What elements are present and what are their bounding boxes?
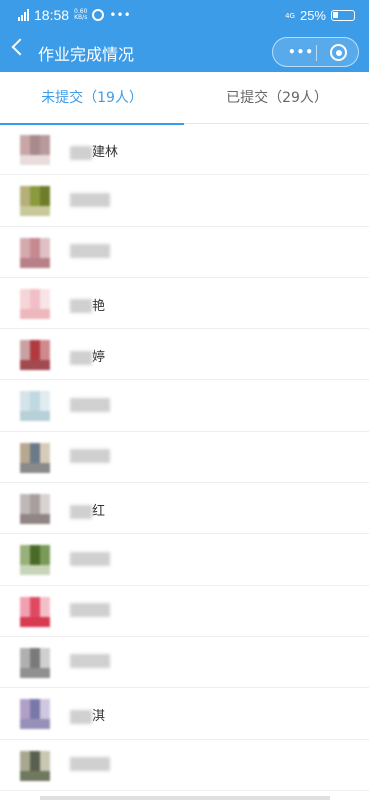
back-icon[interactable] (11, 38, 29, 56)
student-row[interactable] (0, 380, 369, 432)
page-title: 作业完成情况 (38, 45, 135, 64)
status-time: 18:58 (34, 7, 70, 23)
redacted-name (70, 299, 92, 314)
student-row[interactable]: 建林 (0, 124, 369, 176)
avatar (20, 288, 50, 319)
notification-icon (92, 9, 105, 21)
tab-submitted[interactable]: 已提交（29人） (185, 72, 369, 124)
network-type: 4G (285, 11, 295, 20)
redacted-name (70, 757, 110, 772)
redacted-name (70, 709, 92, 724)
student-row[interactable] (0, 586, 369, 637)
redacted-name (70, 551, 110, 566)
student-name: 建林 (70, 141, 118, 160)
student-name (70, 654, 110, 669)
avatar (20, 750, 50, 781)
student-row[interactable]: 婷 (0, 329, 369, 381)
avatar (20, 596, 50, 627)
signal-icon (18, 9, 29, 21)
student-name (70, 244, 110, 259)
battery-percent: 25% (299, 8, 326, 23)
avatar (20, 545, 50, 576)
tab-not-submitted[interactable]: 未提交（19人） (0, 72, 184, 125)
nav-bar: 作业完成情况 ••• (0, 30, 369, 72)
mini-program-capsule: ••• (272, 37, 359, 67)
student-name (70, 449, 110, 464)
student-row[interactable]: 淇 (0, 688, 369, 740)
avatar (20, 647, 50, 678)
redacted-name (70, 145, 92, 160)
student-name (70, 757, 110, 772)
avatar (20, 237, 50, 268)
app-header: 18:58 0.60 KB/s ••• 4G 25% 作业完成情况 ••• (0, 0, 369, 72)
student-row[interactable] (0, 227, 369, 278)
avatar (20, 186, 50, 217)
redacted-name (70, 192, 110, 207)
redacted-name (70, 244, 110, 259)
avatar (20, 340, 50, 371)
redacted-name (70, 603, 110, 618)
more-notifications-icon: ••• (109, 8, 131, 22)
more-menu-icon[interactable]: ••• (288, 45, 314, 59)
student-row[interactable]: 艳 (0, 278, 369, 330)
close-mini-program-icon[interactable] (330, 44, 347, 61)
student-name (70, 397, 110, 412)
student-name: 红 (70, 500, 105, 519)
redacted-name (70, 350, 92, 365)
network-speed: 0.60 KB/s (74, 8, 88, 21)
redacted-name (70, 654, 110, 669)
battery-icon (331, 10, 355, 21)
student-row[interactable] (0, 740, 369, 791)
student-name: 婷 (70, 346, 105, 365)
student-list: 建林艳婷红淇 (0, 124, 369, 791)
capsule-divider (316, 45, 317, 61)
redacted-name (70, 397, 110, 412)
tab-bar: 未提交（19人） 已提交（29人） (0, 72, 369, 125)
avatar (20, 442, 50, 473)
student-name: 艳 (70, 295, 105, 314)
avatar (20, 494, 50, 525)
student-name (70, 551, 110, 566)
student-row[interactable] (0, 175, 369, 227)
student-name (70, 603, 110, 618)
student-name (70, 192, 110, 207)
student-row[interactable] (0, 637, 369, 689)
avatar (20, 391, 50, 422)
student-name: 淇 (70, 705, 105, 724)
avatar (20, 699, 50, 730)
student-row[interactable]: 红 (0, 483, 369, 535)
redacted-name (70, 504, 92, 519)
status-bar: 18:58 0.60 KB/s ••• 4G 25% (0, 0, 369, 30)
redacted-name (70, 449, 110, 464)
bottom-edge (40, 796, 330, 800)
avatar (20, 135, 50, 165)
student-row[interactable] (0, 432, 369, 484)
student-row[interactable] (0, 534, 369, 586)
